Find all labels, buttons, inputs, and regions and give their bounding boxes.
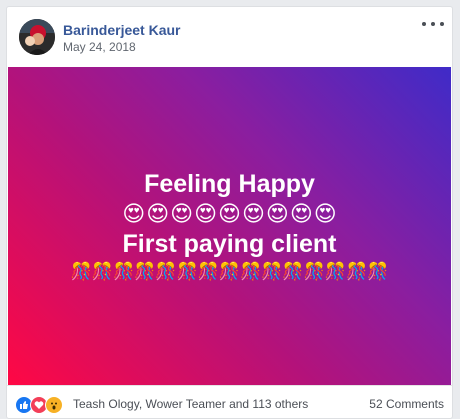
confetti-emoji-icon: 🎊 bbox=[70, 262, 92, 281]
heart-eyes-emoji-icon: 😍 bbox=[194, 201, 218, 226]
author-name[interactable]: Barinderjeet Kaur bbox=[63, 22, 180, 38]
post-footer: Teash Ology, Wower Teamer and 113 others… bbox=[7, 385, 452, 418]
confetti-emoji-icon: 🎊 bbox=[345, 262, 368, 281]
heart-eyes-emoji-icon: 😍 bbox=[218, 201, 241, 226]
confetti-emoji-row: 🎊 🎊 🎊 🎊 🎊 🎊 🎊 🎊 🎊 🎊 🎊 🎊 🎊 🎊 🎊 bbox=[71, 261, 389, 283]
heart-eyes-emoji-icon: 😍 bbox=[265, 201, 289, 226]
post-line-1: Feeling Happy bbox=[144, 170, 315, 198]
confetti-emoji-icon: 🎊 bbox=[176, 262, 198, 281]
confetti-emoji-icon: 🎊 bbox=[240, 262, 262, 281]
confetti-emoji-icon: 🎊 bbox=[367, 262, 389, 281]
heart-eyes-emoji-icon: 😍 bbox=[146, 201, 170, 226]
heart-eyes-emoji-row: 😍 😍 😍 😍 😍 😍 😍 😍 😍 bbox=[122, 201, 336, 227]
comments-count[interactable]: 52 Comments bbox=[369, 397, 444, 411]
heart-eyes-emoji-icon: 😍 bbox=[313, 201, 337, 226]
avatar-photo-icon bbox=[19, 19, 55, 55]
confetti-emoji-icon: 🎊 bbox=[282, 262, 304, 281]
heart-eyes-emoji-icon: 😍 bbox=[170, 201, 194, 226]
heart-eyes-emoji-icon: 😍 bbox=[122, 201, 146, 226]
post-header: Barinderjeet Kaur May 24, 2018 bbox=[7, 7, 452, 67]
more-options-icon[interactable] bbox=[422, 15, 444, 33]
confetti-emoji-icon: 🎊 bbox=[218, 262, 241, 281]
reaction-icons[interactable] bbox=[15, 396, 63, 414]
heart-eyes-emoji-icon: 😍 bbox=[289, 201, 313, 226]
confetti-emoji-icon: 🎊 bbox=[197, 262, 219, 281]
post-date[interactable]: May 24, 2018 bbox=[63, 40, 136, 54]
confetti-emoji-icon: 🎊 bbox=[261, 262, 283, 281]
confetti-emoji-icon: 🎊 bbox=[324, 262, 346, 281]
post-card: Barinderjeet Kaur May 24, 2018 Feeling H… bbox=[6, 6, 453, 419]
wow-icon[interactable] bbox=[45, 396, 63, 414]
post-content: Feeling Happy 😍 😍 😍 😍 😍 😍 😍 😍 😍 First paying cli… bbox=[8, 67, 451, 385]
confetti-emoji-icon: 🎊 bbox=[155, 262, 177, 281]
avatar[interactable] bbox=[19, 19, 55, 55]
confetti-emoji-icon: 🎊 bbox=[91, 262, 114, 281]
confetti-emoji-icon: 🎊 bbox=[303, 262, 325, 281]
confetti-emoji-icon: 🎊 bbox=[134, 262, 156, 281]
post-line-2: First paying client bbox=[122, 230, 337, 258]
reactors-summary[interactable]: Teash Ology, Wower Teamer and 113 others bbox=[73, 397, 308, 411]
confetti-emoji-icon: 🎊 bbox=[113, 262, 135, 281]
heart-eyes-emoji-icon: 😍 bbox=[241, 201, 265, 226]
